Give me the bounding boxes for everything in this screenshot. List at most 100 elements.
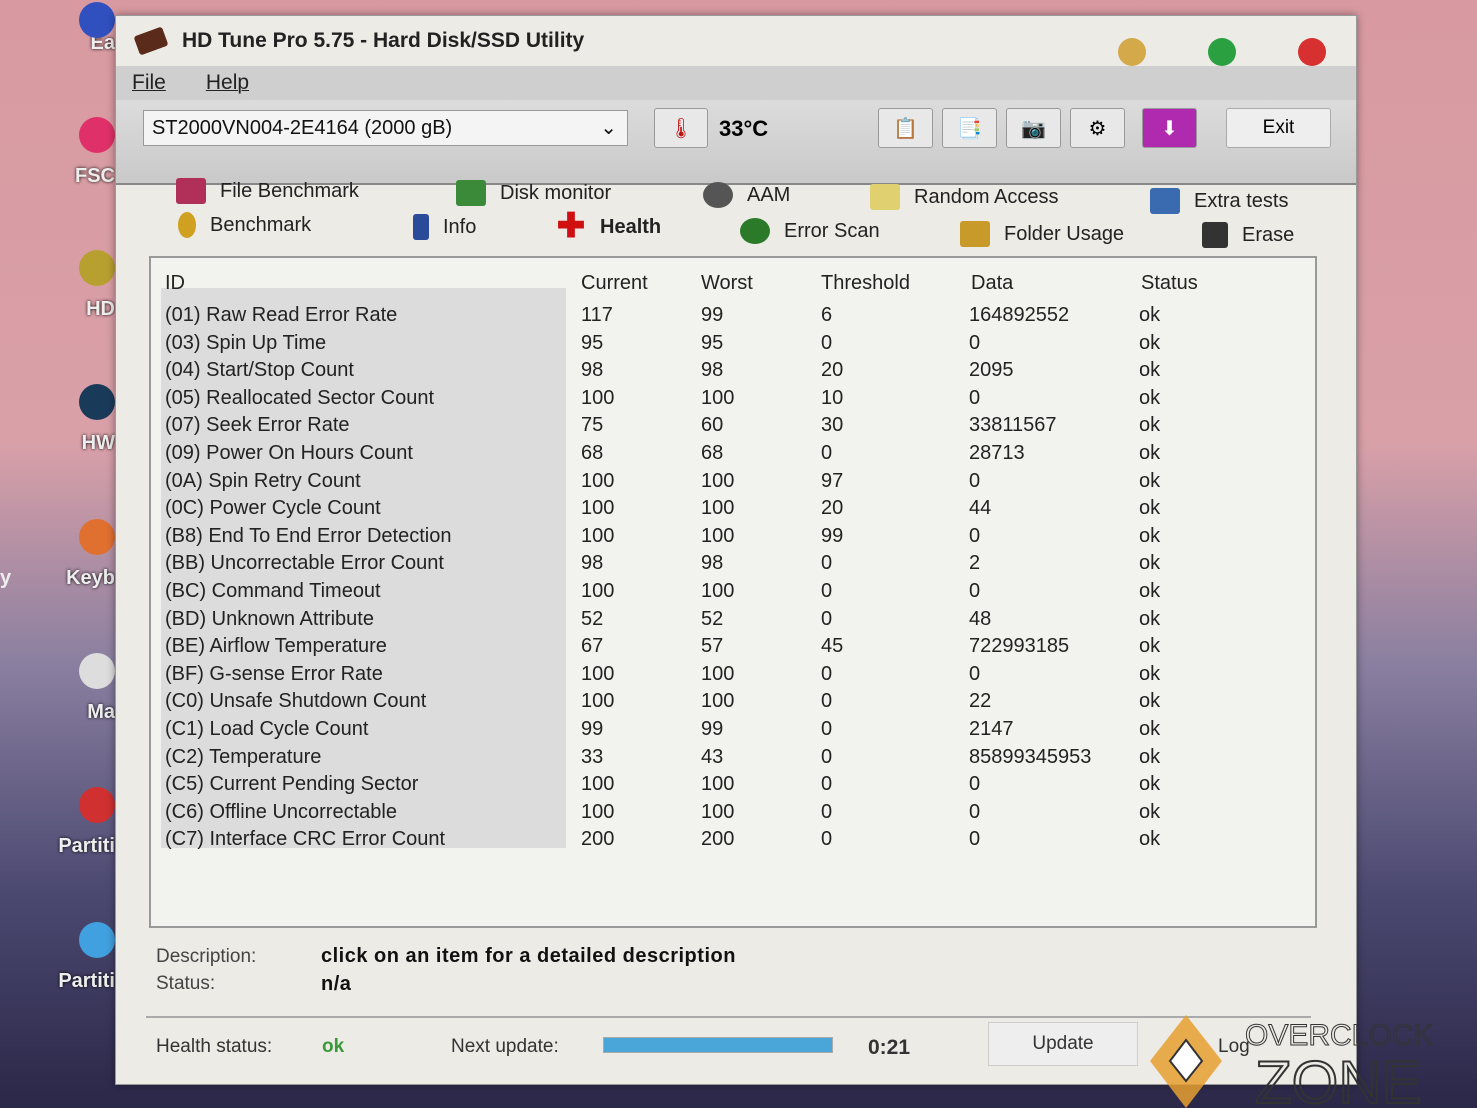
current-value: 100 — [581, 386, 615, 409]
tab-folder-usage[interactable]: Folder Usage — [960, 221, 1124, 247]
table-row[interactable]: (C1) Load Cycle Count 99 99 0 2147 ok — [161, 718, 1261, 745]
update-button[interactable]: Update — [988, 1022, 1138, 1066]
col-header-status[interactable]: Status — [1141, 272, 1198, 295]
threshold-value: 97 — [821, 469, 844, 492]
camera-icon: 📷 — [1021, 117, 1046, 140]
tab-label: Info — [443, 215, 477, 238]
table-row[interactable]: (BB) Uncorrectable Error Count 98 98 0 2 ok — [161, 552, 1261, 579]
table-row[interactable]: (0C) Power Cycle Count 100 100 20 44 ok — [161, 497, 1261, 524]
tab-health[interactable]: ✚ Health — [556, 209, 661, 243]
menu-help[interactable]: Help — [206, 71, 249, 95]
worst-value: 200 — [701, 828, 735, 851]
table-row[interactable]: (07) Seek Error Rate 75 60 30 33811567 ok — [161, 414, 1261, 441]
desktop-icon[interactable]: Ma — [0, 653, 115, 724]
desktop-icon[interactable]: HD — [0, 250, 115, 321]
random-access-icon — [870, 184, 900, 210]
tab-label: Extra tests — [1194, 189, 1289, 212]
title-bar: HD Tune Pro 5.75 - Hard Disk/SSD Utility — [116, 16, 1356, 66]
desktop-icon[interactable]: FSC — [0, 117, 115, 188]
save-button[interactable]: ⬇ — [1142, 108, 1197, 148]
drive-select[interactable]: ST2000VN004-2E4164 (2000 gB) ⌄ — [143, 110, 628, 146]
col-header-worst[interactable]: Worst — [701, 272, 753, 295]
benchmark-icon — [178, 212, 196, 238]
next-update-progress — [603, 1037, 833, 1053]
table-row[interactable]: (BF) G-sense Error Rate 100 100 0 0 ok — [161, 663, 1261, 690]
worst-value: 100 — [701, 690, 735, 713]
tab-random-access[interactable]: Random Access — [870, 184, 1059, 210]
table-row[interactable]: (C6) Offline Uncorrectable 100 100 0 0 ok — [161, 801, 1261, 828]
desktop-icon[interactable]: Ea — [0, 2, 115, 55]
table-row[interactable]: (BE) Airflow Temperature 67 57 45 722993185 o… — [161, 635, 1261, 662]
table-row[interactable]: (09) Power On Hours Count 68 68 0 28713 ok — [161, 442, 1261, 469]
app-icon — [79, 117, 115, 153]
col-header-threshold[interactable]: Threshold — [821, 272, 910, 295]
current-value: 117 — [581, 304, 613, 326]
close-button[interactable] — [1298, 38, 1326, 66]
raw-data-value: 2095 — [969, 359, 1014, 382]
current-value: 100 — [581, 800, 615, 823]
col-header-id[interactable]: ID — [165, 272, 185, 295]
table-row[interactable]: (BD) Unknown Attribute 52 52 0 48 ok — [161, 608, 1261, 635]
tab-label: AAM — [747, 183, 791, 206]
menu-file[interactable]: File — [132, 71, 166, 95]
table-row[interactable]: (01) Raw Read Error Rate 117 99 6 164892552 o… — [161, 304, 1261, 331]
attribute-id: (0A) Spin Retry Count — [165, 469, 361, 492]
raw-data-value: 85899345953 — [969, 745, 1092, 768]
smart-table: ID Current Worst Threshold Data Status (… — [149, 256, 1317, 928]
screenshot-button[interactable]: 📷 — [1006, 108, 1061, 148]
current-value: 100 — [581, 469, 615, 492]
table-row[interactable]: (04) Start/Stop Count 98 98 20 2095 ok — [161, 359, 1261, 386]
threshold-value: 0 — [821, 662, 833, 685]
desktop-icon[interactable]: Partiti — [0, 922, 115, 993]
attribute-id: (C1) Load Cycle Count — [165, 718, 369, 740]
threshold-value: 99 — [821, 524, 844, 547]
table-row[interactable]: (03) Spin Up Time 95 95 0 0 ok — [161, 332, 1261, 359]
tab-benchmark[interactable]: Benchmark — [178, 212, 311, 238]
tab-info[interactable]: Info — [413, 214, 476, 240]
copy-all-icon: 📑 — [957, 117, 982, 140]
desktop-icon[interactable]: Partiti — [0, 787, 115, 858]
attribute-id: (BD) Unknown Attribute — [165, 607, 374, 630]
app-icon — [79, 2, 115, 38]
options-button[interactable]: ⚙ — [1070, 108, 1125, 148]
raw-data-value: 0 — [969, 662, 981, 685]
countdown: 0:21 — [868, 1036, 911, 1059]
app-icon — [79, 519, 115, 555]
tab-file-benchmark[interactable]: File Benchmark — [176, 178, 359, 204]
worst-value: 100 — [701, 497, 735, 520]
raw-data-value: 22 — [969, 690, 992, 713]
copy-all-button[interactable]: 📑 — [942, 108, 997, 148]
table-row[interactable]: (C2) Temperature 33 43 0 85899345953 ok — [161, 746, 1261, 773]
table-row[interactable]: (C7) Interface CRC Error Count 200 200 0 0 ok — [161, 828, 1261, 855]
table-row[interactable]: (05) Reallocated Sector Count 100 100 10 0 ok — [161, 387, 1261, 414]
raw-data-value: 28713 — [969, 442, 1025, 464]
tab-aam[interactable]: AAM — [703, 182, 790, 208]
tab-extra-tests[interactable]: Extra tests — [1150, 188, 1288, 214]
status-value: ok — [1139, 662, 1161, 685]
threshold-value: 0 — [821, 718, 833, 740]
table-row[interactable]: (C5) Current Pending Sector 100 100 0 0 ok — [161, 773, 1261, 800]
app-icon — [79, 384, 115, 420]
worst-value: 68 — [701, 442, 724, 464]
desktop-icon[interactable]: HW — [0, 384, 115, 455]
status-label: Status: — [156, 973, 216, 994]
minimize-button[interactable] — [1118, 38, 1146, 66]
table-row[interactable]: (C0) Unsafe Shutdown Count 100 100 0 22 ok — [161, 690, 1261, 717]
copy-button[interactable]: 📋 — [878, 108, 933, 148]
maximize-button[interactable] — [1208, 38, 1236, 66]
table-row[interactable]: (0A) Spin Retry Count 100 100 97 0 ok — [161, 470, 1261, 497]
tab-error-scan[interactable]: Error Scan — [740, 218, 880, 244]
col-header-current[interactable]: Current — [581, 272, 648, 295]
tab-disk-monitor[interactable]: Disk monitor — [456, 180, 611, 206]
worst-value: 100 — [701, 773, 735, 796]
table-row[interactable]: (B8) End To End Error Detection 100 100 99 0… — [161, 525, 1261, 552]
table-row[interactable]: (BC) Command Timeout 100 100 0 0 ok — [161, 580, 1261, 607]
raw-data-value: 44 — [969, 497, 992, 520]
exit-button[interactable]: Exit — [1226, 108, 1331, 148]
tab-erase[interactable]: Erase — [1202, 222, 1294, 248]
threshold-value: 0 — [821, 828, 833, 851]
threshold-value: 30 — [821, 414, 844, 437]
progress-fill — [604, 1038, 832, 1052]
desktop-icon[interactable]: Keyb — [0, 519, 115, 590]
col-header-data[interactable]: Data — [971, 272, 1013, 295]
